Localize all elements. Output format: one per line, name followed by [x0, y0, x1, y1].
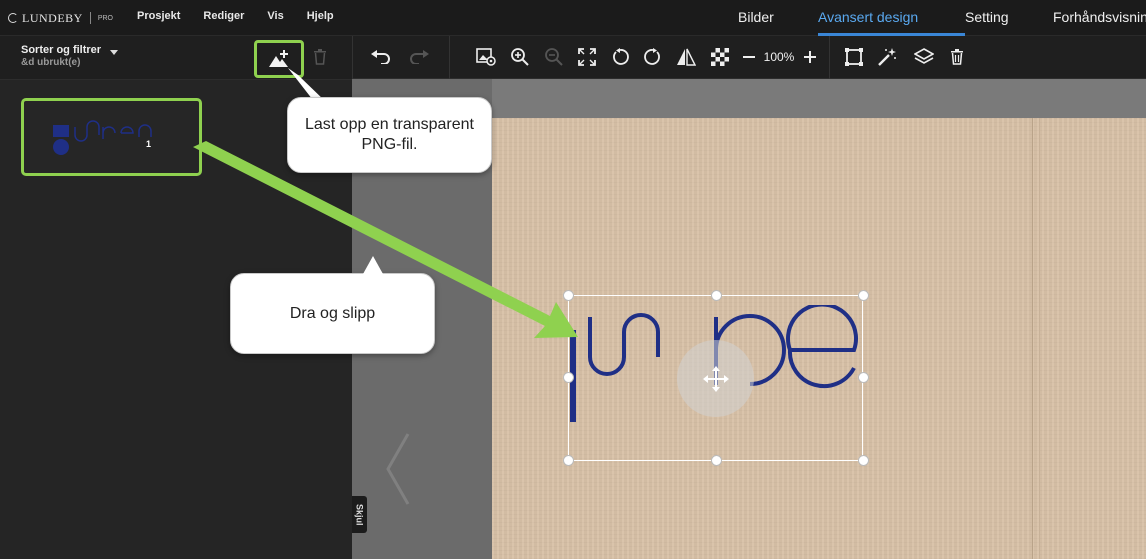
unused-count-label: &d ubrukt(e) [21, 57, 81, 68]
minus-icon [743, 56, 755, 58]
fit-screen-button[interactable] [576, 46, 598, 68]
app-logo[interactable]: LUNDEBY PRO [8, 10, 113, 26]
move-icon [702, 365, 729, 392]
main-menu: Prosjekt Rediger Vis Hjelp [137, 10, 334, 22]
move-handle[interactable] [677, 340, 754, 417]
rotate-left-icon [613, 48, 629, 65]
zoom-in-button[interactable] [509, 46, 531, 68]
delete-image-button[interactable] [313, 49, 327, 70]
thumbnail-logo-image [53, 120, 152, 155]
canvas-toolbar: 100% [352, 36, 1146, 79]
toolbar-divider [829, 36, 830, 79]
resize-handle-right[interactable] [858, 372, 869, 383]
drag-tooltip-text: Dra og slipp [289, 304, 376, 322]
zoom-out-icon [545, 48, 563, 66]
image-settings-button[interactable] [475, 46, 497, 68]
undo-button[interactable] [370, 46, 392, 68]
redo-icon [410, 50, 429, 64]
tab-avansert-design[interactable]: Avansert design [818, 0, 965, 36]
top-menu-bar: LUNDEBY PRO Prosjekt Rediger Vis Hjelp B… [0, 0, 1146, 36]
upload-tooltip-text: Last opp en transparent PNG-fil. [304, 116, 474, 153]
tab-bilder[interactable]: Bilder [738, 0, 818, 36]
sort-filter-label[interactable]: Sorter og filtrer [21, 44, 101, 56]
previous-page-button[interactable] [384, 432, 412, 511]
fit-screen-icon [578, 48, 596, 66]
usage-count: 1 [146, 139, 152, 149]
crop-frame-button[interactable] [843, 46, 865, 68]
transparency-button[interactable] [709, 46, 731, 68]
resize-handle-bottom[interactable] [711, 455, 722, 466]
menu-item-prosjekt[interactable]: Prosjekt [137, 10, 180, 22]
zoom-in-icon [511, 48, 529, 66]
drag-tooltip: Dra og slipp [230, 273, 435, 354]
crop-frame-icon [845, 48, 863, 66]
transparency-icon [711, 48, 729, 66]
flip-button[interactable] [675, 46, 697, 68]
resize-handle-top[interactable] [711, 290, 722, 301]
upload-image-button[interactable] [254, 40, 304, 78]
upload-tooltip: Last opp en transparent PNG-fil. [287, 97, 492, 173]
image-settings-icon [476, 48, 496, 66]
undo-icon [371, 50, 390, 64]
trash-icon [314, 49, 326, 65]
zoom-increase-button[interactable] [802, 46, 818, 68]
resize-handle-top-right[interactable] [858, 290, 869, 301]
canvas-margin [492, 79, 1146, 118]
zoom-decrease-button[interactable] [741, 46, 757, 68]
magic-wand-button[interactable] [876, 46, 898, 68]
zoom-level: 100% [760, 46, 798, 68]
toolbar-divider [449, 36, 450, 79]
image-thumbnail[interactable]: 1 [21, 98, 202, 176]
layers-icon [914, 48, 934, 64]
magic-wand-icon [878, 48, 896, 66]
fold-line [1032, 118, 1040, 559]
trash-icon [951, 49, 963, 65]
layers-button[interactable] [913, 46, 935, 68]
hide-panel-tab[interactable]: Skjul [352, 496, 367, 533]
plus-icon [804, 51, 816, 63]
logo-divider [89, 12, 91, 24]
logo-subtext: PRO [97, 14, 113, 22]
resize-handle-left[interactable] [563, 372, 574, 383]
logo-text: LUNDEBY [22, 10, 83, 25]
hide-panel-label: Skjul [354, 503, 365, 526]
rotate-right-button[interactable] [642, 46, 664, 68]
menu-item-rediger[interactable]: Rediger [203, 10, 244, 22]
resize-handle-top-left[interactable] [563, 290, 574, 301]
logo-icon [8, 13, 18, 23]
menu-item-vis[interactable]: Vis [267, 10, 283, 22]
rotate-right-icon [644, 48, 660, 65]
flip-icon [677, 48, 696, 66]
image-panel-toolbar: Sorter og filtrer &d ubrukt(e) [0, 36, 352, 80]
chevron-left-icon [386, 433, 410, 505]
zoom-level-text: 100% [763, 50, 795, 64]
zoom-out-button[interactable] [543, 46, 565, 68]
menu-item-hjelp[interactable]: Hjelp [307, 10, 334, 22]
redo-button[interactable] [408, 46, 430, 68]
toolbar-divider [352, 36, 353, 79]
drag-tooltip-pointer [363, 256, 383, 274]
resize-handle-bottom-left[interactable] [563, 455, 574, 466]
delete-element-button[interactable] [946, 46, 968, 68]
upload-image-icon [269, 50, 288, 67]
rotate-left-button[interactable] [609, 46, 631, 68]
resize-handle-bottom-right[interactable] [858, 455, 869, 466]
tab-setting[interactable]: Setting [965, 0, 1053, 36]
workflow-tabs: Bilder Avansert design Setting Forhåndsv… [738, 0, 1146, 36]
chevron-down-icon[interactable] [110, 50, 118, 55]
tab-forhandsvisning[interactable]: Forhåndsvisning [1053, 0, 1146, 36]
